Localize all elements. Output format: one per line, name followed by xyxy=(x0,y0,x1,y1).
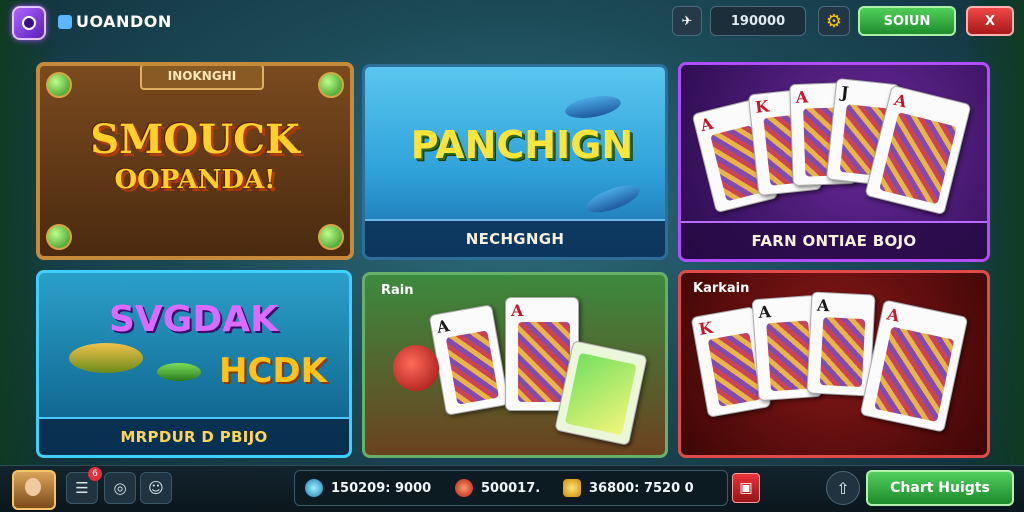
game-tile-3[interactable]: A K A J A FARN ONTIAE BOJO xyxy=(678,62,990,262)
app-logo-icon[interactable] xyxy=(12,6,46,40)
gem-icon xyxy=(46,224,72,250)
gem-icon xyxy=(46,72,72,98)
brand-name: UOANDON xyxy=(76,12,172,31)
chat-icon[interactable]: ◎ xyxy=(104,472,136,504)
profile-icon[interactable]: ☺ xyxy=(140,472,172,504)
playing-card: A xyxy=(859,299,969,433)
close-label: X xyxy=(984,13,996,29)
tile-1-title-line1: SMOUCK xyxy=(90,116,300,163)
gold-value: 36800: 7520 0 xyxy=(589,480,694,496)
airplane-icon[interactable]: ✈ xyxy=(672,6,702,36)
game-tile-2[interactable]: PANCHIGN NECHGNGH xyxy=(362,64,668,260)
tile-6-label: Karkain xyxy=(693,281,750,296)
tile-1-title: SMOUCK OOPANDA! xyxy=(60,116,330,195)
tile-4-caption: MRPDUR D PBIJO xyxy=(39,417,349,455)
settings-gear-icon[interactable]: ⚙ xyxy=(818,6,850,36)
upload-icon[interactable]: ⇧ xyxy=(826,471,860,505)
notification-badge: 6 xyxy=(88,467,102,481)
ruby-icon xyxy=(455,479,473,497)
gems-balance: 150209: 9000 xyxy=(305,479,431,497)
tile-2-title: PANCHIGN xyxy=(410,123,634,167)
ruby-value: 500017. xyxy=(481,480,541,496)
brand-icon xyxy=(58,15,72,29)
game-tile-4[interactable]: SVGDAK HCDK MRPDUR D PBIJO xyxy=(36,270,352,458)
tile-4-title-line2: HCDK xyxy=(219,351,327,391)
tile-4-title-line1: SVGDAK xyxy=(109,299,278,340)
brand: UOANDON xyxy=(58,12,172,31)
coins-counter: 190000 xyxy=(710,6,806,36)
sign-in-button[interactable]: SOIUN xyxy=(858,6,956,36)
gem-icon xyxy=(318,224,344,250)
game-tile-5[interactable]: Rain A A xyxy=(362,272,668,458)
fish-icon xyxy=(69,343,143,373)
playing-card: A xyxy=(806,291,876,397)
wallet-bar: 150209: 9000 500017. 36800: 7520 0 xyxy=(294,470,728,506)
close-button[interactable]: X xyxy=(966,6,1014,36)
tile-1-plate: INOKNGHI xyxy=(140,66,264,90)
chat-button[interactable]: Chart Huigts xyxy=(866,470,1014,506)
ruby-balance: 500017. xyxy=(455,479,540,497)
gem-icon xyxy=(305,479,323,497)
fish-icon xyxy=(157,363,201,381)
mail-icon[interactable]: ☰ 6 xyxy=(66,467,102,504)
player-avatar[interactable] xyxy=(12,470,56,510)
gift-icon[interactable]: ▣ xyxy=(732,473,760,503)
mascot-icon xyxy=(393,345,439,391)
top-bar: UOANDON ✈ 190000 ⚙ SOIUN X xyxy=(0,0,1024,44)
tile-5-label: Rain xyxy=(381,283,414,298)
gold-balance: 36800: 7520 0 xyxy=(563,479,694,497)
playing-card: A xyxy=(428,304,510,416)
tile-3-caption: FARN ONTIAE BOJO xyxy=(681,221,987,259)
game-tile-6[interactable]: Karkain K A A A xyxy=(678,270,990,458)
fish-icon xyxy=(563,92,623,122)
gems-value: 150209: 9000 xyxy=(331,480,432,496)
tile-1-title-line2: OOPANDA! xyxy=(114,165,276,195)
game-tile-1[interactable]: INOKNGHI SMOUCK OOPANDA! xyxy=(36,62,354,260)
tile-2-caption: NECHGNGH xyxy=(365,219,665,257)
gem-icon xyxy=(318,72,344,98)
fish-icon xyxy=(583,180,643,218)
gold-icon xyxy=(563,479,581,497)
